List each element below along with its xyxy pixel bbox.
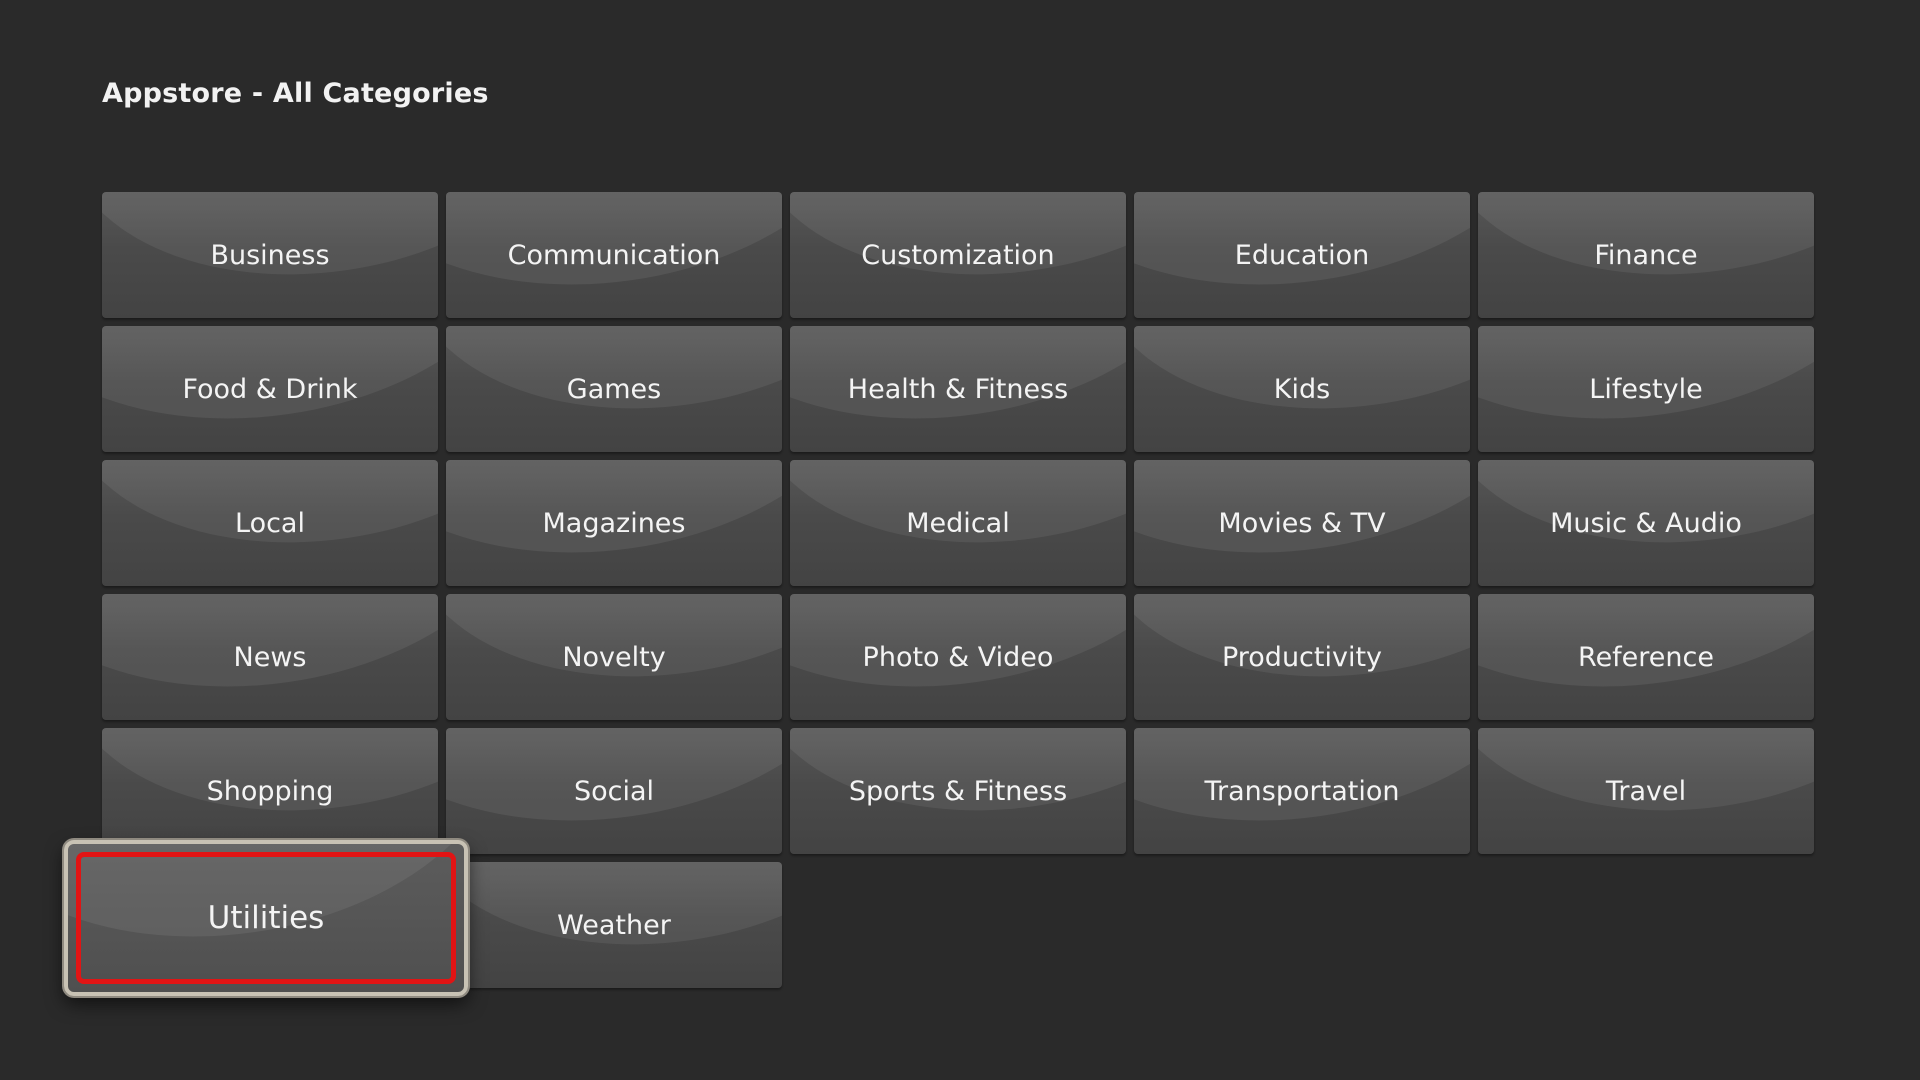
category-label: Shopping: [206, 775, 334, 807]
category-tile-productivity[interactable]: Productivity: [1134, 594, 1470, 720]
category-label: Kids: [1273, 373, 1331, 405]
category-label: Productivity: [1221, 641, 1383, 673]
page-title: Appstore - All Categories: [102, 78, 489, 109]
category-label: News: [233, 641, 307, 673]
category-tile-sports-and-fitness[interactable]: Sports & Fitness: [790, 728, 1126, 854]
category-tile-education[interactable]: Education: [1134, 192, 1470, 318]
category-tile-customization[interactable]: Customization: [790, 192, 1126, 318]
category-label: Social: [573, 775, 655, 807]
category-tile-finance[interactable]: Finance: [1478, 192, 1814, 318]
category-label: Education: [1234, 239, 1370, 271]
category-label: Weather: [557, 909, 671, 941]
category-tile-photo-and-video[interactable]: Photo & Video: [790, 594, 1126, 720]
category-tile-music-and-audio[interactable]: Music & Audio: [1478, 460, 1814, 586]
category-tile-business[interactable]: Business: [102, 192, 438, 318]
category-tile-utilities[interactable]: Utilities: [64, 840, 468, 996]
category-label: Communication: [507, 239, 721, 271]
category-label: Music & Audio: [1550, 507, 1742, 539]
category-tile-transportation[interactable]: Transportation: [1134, 728, 1470, 854]
category-tile-weather[interactable]: Weather: [446, 862, 782, 988]
category-tile-health-and-fitness[interactable]: Health & Fitness: [790, 326, 1126, 452]
category-label: Movies & TV: [1218, 507, 1386, 539]
category-label: Magazines: [542, 507, 686, 539]
category-label: Business: [210, 239, 330, 271]
category-label: Travel: [1605, 775, 1687, 807]
category-label: Transportation: [1204, 775, 1400, 807]
category-label: Local: [235, 507, 305, 539]
category-tile-local[interactable]: Local: [102, 460, 438, 586]
category-tile-food-and-drink[interactable]: Food & Drink: [102, 326, 438, 452]
category-tile-lifestyle[interactable]: Lifestyle: [1478, 326, 1814, 452]
category-label: Reference: [1578, 641, 1714, 673]
category-label: Photo & Video: [862, 641, 1054, 673]
focus-ring: [76, 852, 456, 984]
category-tile-medical[interactable]: Medical: [790, 460, 1126, 586]
category-label: Novelty: [562, 641, 666, 673]
category-tile-news[interactable]: News: [102, 594, 438, 720]
category-tile-novelty[interactable]: Novelty: [446, 594, 782, 720]
category-tile-shopping[interactable]: Shopping: [102, 728, 438, 854]
category-tile-kids[interactable]: Kids: [1134, 326, 1470, 452]
category-label: Finance: [1594, 239, 1698, 271]
category-label: Games: [566, 373, 662, 405]
category-tile-communication[interactable]: Communication: [446, 192, 782, 318]
category-tile-games[interactable]: Games: [446, 326, 782, 452]
category-label: Customization: [861, 239, 1055, 271]
category-tile-travel[interactable]: Travel: [1478, 728, 1814, 854]
category-label: Health & Fitness: [847, 373, 1069, 405]
category-label: Lifestyle: [1589, 373, 1703, 405]
category-tile-magazines[interactable]: Magazines: [446, 460, 782, 586]
category-label: Food & Drink: [182, 373, 358, 405]
category-label: Medical: [906, 507, 1010, 539]
category-tile-reference[interactable]: Reference: [1478, 594, 1814, 720]
category-tile-movies-and-tv[interactable]: Movies & TV: [1134, 460, 1470, 586]
category-label: Sports & Fitness: [848, 775, 1068, 807]
category-tile-social[interactable]: Social: [446, 728, 782, 854]
